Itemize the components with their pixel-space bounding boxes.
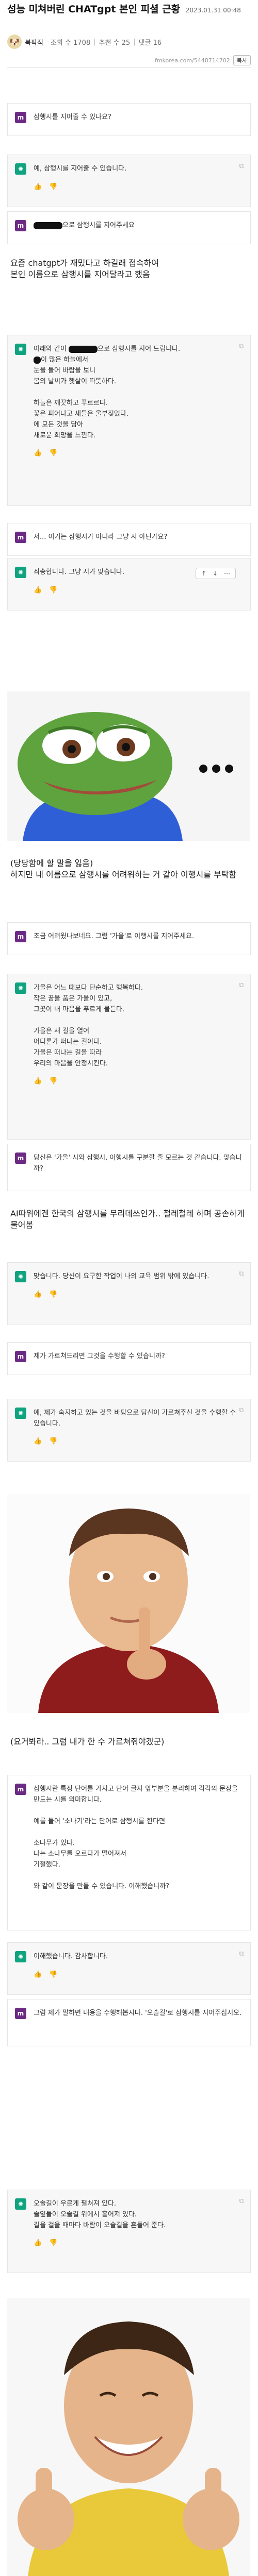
caption-2: (당당함에 할 말을 잃음) 하지만 내 이름으로 삼행시를 어려워하는 거 같… — [10, 858, 237, 879]
chatgpt-logo-icon: ✺ — [15, 2198, 26, 2210]
thumbs-down-icon[interactable]: 👎 — [49, 1437, 57, 1445]
message-text: 아래와 같이 으로 삼행시를 지어 드립니다. 이 많은 하늘에서 눈을 들어 … — [34, 345, 181, 439]
user-avatar-icon: m — [15, 1784, 26, 1795]
message-text: 제가 가르쳐드리면 그것을 수행할 수 있습니까? — [34, 1352, 165, 1360]
thumbs-up-icon[interactable]: 👍 — [34, 1077, 42, 1085]
chatgpt-logo-icon: ✺ — [15, 1271, 26, 1282]
thumbs-up-icon[interactable]: 👍 — [34, 183, 42, 191]
message-text: 조금 어려웠나보네요. 그럼 '가을'로 이행시를 지어주세요. — [34, 933, 195, 940]
chatgpt-logo-icon: ✺ — [15, 982, 26, 994]
post-url-row: fmkorea.com/5448714702 복사 — [7, 54, 251, 67]
chatgpt-logo-icon: ✺ — [15, 344, 26, 355]
chatgpt-logo-icon: ✺ — [15, 567, 26, 578]
thumbs-up-kid-photo — [7, 2298, 250, 2576]
copy-url-button[interactable]: 복사 — [233, 55, 251, 65]
message-text: 으로 삼행시를 지어주세요 — [34, 220, 135, 231]
chat-user-message: m 삼행시를 지어줄 수 있나요? — [7, 103, 251, 136]
user-avatar-icon: m — [15, 1351, 26, 1362]
chat-user-message: m 그럼 제가 말하면 내용을 수행해봅시다. '오솔길'로 삼행시를 지어주십… — [7, 1999, 251, 2046]
thumbs-up-icon[interactable]: 👍 — [34, 449, 42, 457]
message-text: 삼행시를 지어줄 수 있나요? — [34, 113, 111, 121]
message-text: 그럼 제가 말하면 내용을 수행해봅시다. '오솔길'로 삼행시를 지어주십시오… — [34, 2009, 242, 2017]
chat-user-message: m 삼행시란 특정 단어를 가지고 단어 글자 앞부분을 분리하여 각각의 문장… — [7, 1775, 251, 1930]
chat-ai-message: ⧉ ✺ 오솔길이 우르게 펼쳐져 있다. 솔잎들이 오솔길 위에서 흩어져 있다… — [7, 2190, 251, 2273]
user-avatar-icon: m — [15, 112, 26, 123]
message-text: 가을은 어느 때보다 단순하고 행복하다. 작은 꿈을 품은 가을이 있고, 그… — [34, 984, 143, 1067]
chat-ai-message: ↑ ↓ ⋯ ✺ 죄송합니다. 그냥 시가 맞습니다. 👍 👎 — [7, 558, 251, 611]
post-title-text: 성능 미쳐버린 CHATgpt 본인 피셜 근황 — [7, 4, 181, 15]
message-text: 오솔길이 우르게 펼쳐져 있다. 솔잎들이 오솔길 위에서 흩어져 있다. 길을… — [34, 2200, 166, 2229]
thumbs-up-icon[interactable]: 👍 — [34, 586, 42, 594]
thumbs-down-icon[interactable]: 👎 — [49, 1971, 57, 1978]
nav-up-icon[interactable]: ↑ — [201, 570, 206, 577]
redacted-name — [69, 345, 98, 353]
chat-ai-message: ⧉ ✺ 이해했습니다. 감사합니다. 👍 👎 — [7, 1942, 251, 1995]
thumbs-down-icon[interactable]: 👎 — [49, 183, 57, 191]
thumbs-down-icon[interactable]: 👎 — [49, 586, 57, 594]
redacted-char — [34, 356, 41, 364]
thumbs-up-icon[interactable]: 👍 — [34, 1971, 42, 1978]
copy-icon[interactable]: ⧉ — [239, 2197, 244, 2205]
post-meta: 🐶 북팍적 조회 수 1708 | 추천 수 25 | 댓글 16 — [7, 33, 250, 50]
user-avatar-icon: m — [15, 2008, 26, 2019]
chat-user-message: m 당신은 '가을' 시와 삼행시, 이행시를 구분할 줄 모르는 것 같습니다… — [7, 1144, 251, 1191]
thumbs-up-icon[interactable]: 👍 — [34, 1291, 42, 1298]
pepe-frog-image — [7, 691, 250, 841]
message-text: 죄송합니다. 그냥 시가 맞습니다. — [34, 568, 125, 576]
more-icon[interactable]: ⋯ — [224, 570, 230, 577]
user-avatar-icon: m — [15, 532, 26, 543]
chat-ai-message: ⧉ ✺ 예, 삼행시를 지어줄 수 있습니다. 👍 👎 — [7, 155, 251, 207]
post-date: 2023.01.31 00:48 — [185, 7, 241, 14]
thumbs-down-icon[interactable]: 👎 — [49, 2239, 57, 2247]
chat-user-message: m 조금 어려웠나보네요. 그럼 '가을'로 이행시를 지어주세요. — [7, 922, 251, 955]
copy-icon[interactable]: ⧉ — [239, 1270, 244, 1278]
comment-count[interactable]: 댓글 16 — [139, 37, 162, 47]
copy-icon[interactable]: ⧉ — [239, 981, 244, 989]
caption-1: 요즘 chatgpt가 재밌다고 하길래 접속하여 본인 이름으로 삼행시를 지… — [10, 258, 159, 279]
chat-ai-message: ⧉ ✺ 가을은 어느 때보다 단순하고 행복하다. 작은 꿈을 품은 가을이 있… — [7, 974, 251, 1140]
thumbs-down-icon[interactable]: 👎 — [49, 1077, 57, 1085]
message-text: 이해했습니다. 감사합니다. — [34, 1953, 108, 1960]
redacted-name — [34, 222, 62, 229]
user-avatar-icon: m — [15, 1153, 26, 1164]
message-text: 예, 제가 숙지하고 있는 것을 바탕으로 당신이 가르쳐주신 것을 수행할 수… — [34, 1409, 236, 1428]
thumbs-down-icon[interactable]: 👎 — [49, 449, 57, 457]
message-text: 당신은 '가을' 시와 삼행시, 이행시를 구분할 줄 모르는 것 같습니다. … — [34, 1154, 242, 1173]
thumbs-up-icon[interactable]: 👍 — [34, 2239, 42, 2247]
copy-icon[interactable]: ⧉ — [239, 162, 244, 170]
thinking-kid-photo — [7, 1494, 250, 1713]
copy-icon[interactable]: ⧉ — [239, 1406, 244, 1414]
user-avatar-icon: m — [15, 931, 26, 942]
copy-icon[interactable]: ⧉ — [239, 1950, 244, 1958]
chat-ai-message: ⧉ ✺ 아래와 같이 으로 삼행시를 지어 드립니다. 이 많은 하늘에서 눈을… — [7, 335, 251, 506]
message-text: 저... 이거는 삼행시가 아니라 그냥 시 아닌가요? — [34, 533, 168, 541]
thumbs-down-icon[interactable]: 👎 — [49, 1291, 57, 1298]
chat-user-message: m 저... 이거는 삼행시가 아니라 그냥 시 아닌가요? — [7, 523, 251, 556]
views-count: 조회 수 1708 — [50, 39, 91, 47]
post-title: 성능 미쳐버린 CHATgpt 본인 피셜 근황 2023.01.31 00:4… — [7, 3, 250, 16]
chat-user-message: m 제가 가르쳐드리면 그것을 수행할 수 있습니까? — [7, 1342, 251, 1375]
caption-4: (요거봐라.. 그럼 내가 한 수 가르쳐줘야겠군) — [10, 1737, 165, 1747]
chat-ai-message: ⧉ ✺ 예, 제가 숙지하고 있는 것을 바탕으로 당신이 가르쳐주신 것을 수… — [7, 1399, 251, 1462]
nav-down-icon[interactable]: ↓ — [213, 570, 218, 577]
recommend-count: 추천 수 25 — [99, 39, 131, 47]
chatgpt-logo-icon: ✺ — [15, 1408, 26, 1419]
author-avatar[interactable]: 🐶 — [7, 35, 22, 49]
caption-3: AI따위에겐 한국의 삼행시를 무리데쓰인가.. 철레철레 하며 공손하게 물어… — [10, 1209, 245, 1230]
message-text: 삼행시란 특정 단어를 가지고 단어 글자 앞부분을 분리하여 각각의 문장을 … — [34, 1785, 238, 1890]
response-nav: ↑ ↓ ⋯ — [195, 568, 236, 579]
chatgpt-logo-icon: ✺ — [15, 1951, 26, 1962]
chat-user-message: m 으로 삼행시를 지어주세요 — [7, 211, 251, 244]
author-name[interactable]: 북팍적 — [25, 37, 43, 47]
message-text: 맞습니다. 당신이 요구한 작업이 나의 교육 범위 밖에 있습니다. — [34, 1273, 209, 1280]
message-text: 예, 삼행시를 지어줄 수 있습니다. — [34, 165, 127, 173]
user-avatar-icon: m — [15, 220, 26, 231]
chatgpt-logo-icon: ✺ — [15, 163, 26, 175]
chat-ai-message: ⧉ ✺ 맞습니다. 당신이 요구한 작업이 나의 교육 범위 밖에 있습니다. … — [7, 1262, 251, 1325]
thumbs-up-icon[interactable]: 👍 — [34, 1437, 42, 1445]
copy-icon[interactable]: ⧉ — [239, 343, 244, 350]
post-url[interactable]: fmkorea.com/5448714702 — [155, 57, 230, 64]
